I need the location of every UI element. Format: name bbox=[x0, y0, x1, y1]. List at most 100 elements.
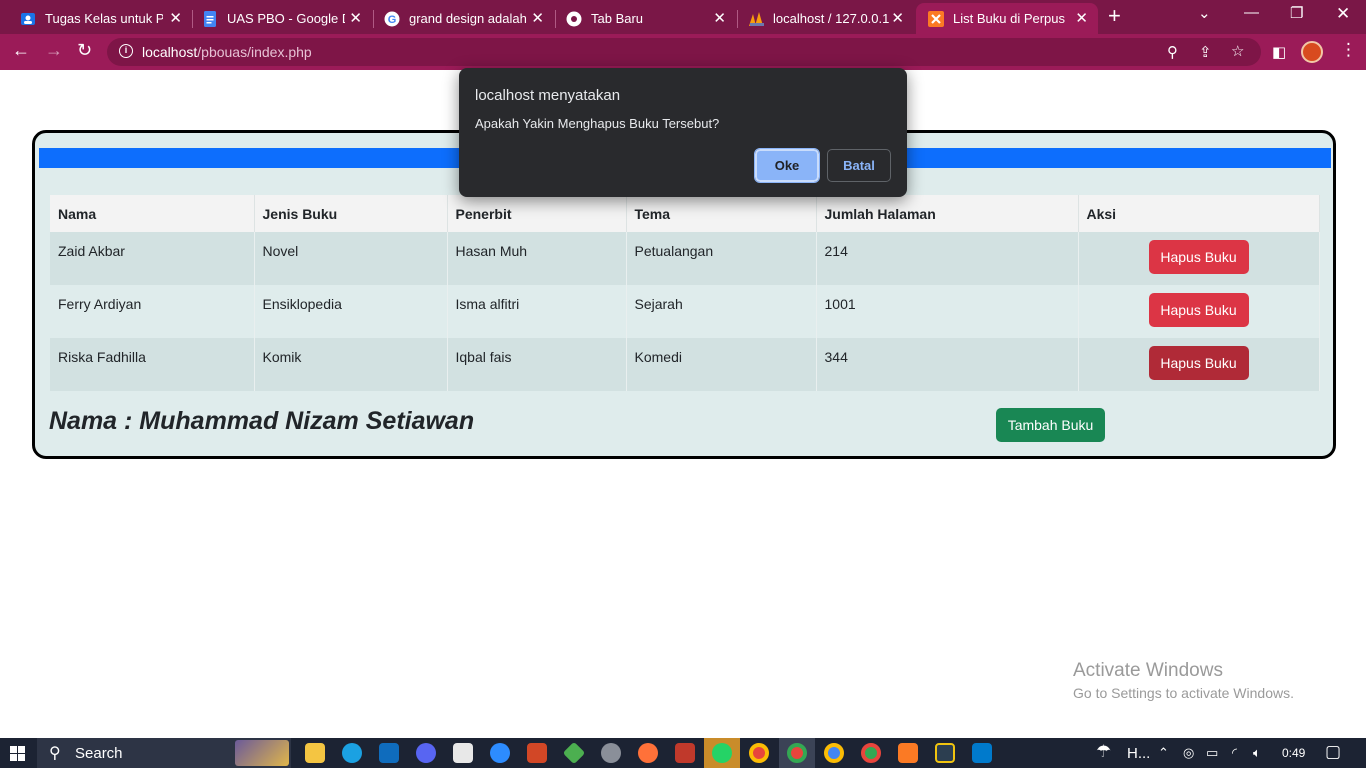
cell-nama: Riska Fadhilla bbox=[50, 338, 255, 391]
ok-button[interactable]: Oke bbox=[754, 148, 820, 183]
minimize-icon[interactable]: — bbox=[1244, 4, 1259, 21]
chrome-profile-2-icon[interactable] bbox=[824, 743, 844, 763]
chrome-icon bbox=[566, 11, 582, 27]
cell-nama: Ferry Ardiyan bbox=[50, 285, 255, 338]
avatar[interactable] bbox=[1301, 41, 1323, 63]
restore-icon[interactable]: ❐ bbox=[1290, 4, 1303, 22]
add-book-button[interactable]: Tambah Buku bbox=[996, 408, 1105, 442]
delete-book-button[interactable]: Hapus Buku bbox=[1148, 293, 1249, 327]
cell-nama: Zaid Akbar bbox=[50, 232, 255, 285]
bookmark-star-icon[interactable]: ☆ bbox=[1231, 42, 1244, 60]
close-icon[interactable]: ✕ bbox=[1075, 9, 1088, 27]
watermark-title: Activate Windows bbox=[1073, 660, 1223, 681]
sourcetree-icon[interactable] bbox=[935, 743, 955, 763]
file-explorer-icon[interactable] bbox=[305, 743, 325, 763]
store-icon[interactable] bbox=[453, 743, 473, 763]
tab-list-buku[interactable]: List Buku di Perpus ✕ bbox=[916, 3, 1098, 34]
cancel-button[interactable]: Batal bbox=[827, 149, 891, 182]
tab-phpmyadmin[interactable]: localhost / 127.0.0.1 / phpMyAdmin ✕ bbox=[736, 3, 914, 34]
back-icon[interactable]: ← bbox=[12, 40, 30, 61]
wifi-icon[interactable]: ◜ bbox=[1232, 745, 1237, 761]
cell-jenis: Ensiklopedia bbox=[254, 285, 448, 338]
delete-book-button[interactable]: Hapus Buku bbox=[1148, 240, 1249, 274]
classroom-icon bbox=[20, 11, 36, 27]
cell-aksi: Hapus Buku bbox=[1078, 338, 1320, 391]
weather-umbrella-icon[interactable]: ☂ bbox=[1096, 742, 1111, 762]
table-header-row: Nama Jenis Buku Penerbit Tema Jumlah Hal… bbox=[50, 195, 1320, 232]
weather-label[interactable]: H... bbox=[1127, 745, 1150, 762]
cell-aksi: Hapus Buku bbox=[1078, 232, 1320, 285]
book-table: Nama Jenis Buku Penerbit Tema Jumlah Hal… bbox=[50, 195, 1320, 391]
zoom-icon[interactable]: ⚲ bbox=[1167, 43, 1178, 61]
windows-start-icon[interactable] bbox=[10, 746, 25, 761]
close-icon[interactable]: ✕ bbox=[713, 9, 726, 27]
url-text[interactable]: localhost/pbouas/index.php bbox=[142, 44, 312, 60]
cell-tema: Komedi bbox=[626, 338, 817, 391]
cell-tema: Petualangan bbox=[626, 232, 817, 285]
camera-icon[interactable]: ◎ bbox=[1183, 745, 1194, 761]
column-header-jumlah-halaman: Jumlah Halaman bbox=[816, 195, 1079, 232]
close-window-icon[interactable]: ✕ bbox=[1336, 4, 1350, 24]
notification-icon[interactable]: ▢ bbox=[1325, 742, 1341, 762]
tab-classroom[interactable]: Tugas Kelas untuk PBO ✕ bbox=[8, 3, 192, 34]
cell-halaman: 214 bbox=[816, 232, 1079, 285]
docs-icon bbox=[202, 10, 218, 27]
tab-strip: Tugas Kelas untuk PBO ✕ UAS PBO - Google… bbox=[0, 0, 1366, 34]
cell-aksi: Hapus Buku bbox=[1078, 285, 1320, 338]
git-icon[interactable] bbox=[562, 741, 586, 765]
cell-penerbit: Hasan Muh bbox=[447, 232, 627, 285]
chrome-icon[interactable] bbox=[749, 743, 769, 763]
column-header-penerbit: Penerbit bbox=[447, 195, 627, 232]
column-header-tema: Tema bbox=[626, 195, 817, 232]
zoom-app-icon[interactable] bbox=[490, 743, 510, 763]
chevron-up-icon[interactable]: ⌃ bbox=[1158, 745, 1169, 761]
taskbar-search[interactable]: ⚲ Search bbox=[37, 738, 291, 768]
discord-icon[interactable] bbox=[416, 743, 436, 763]
chrome-profile-3-icon[interactable] bbox=[861, 743, 881, 763]
search-label: Search bbox=[75, 745, 123, 762]
forward-icon[interactable]: → bbox=[45, 40, 63, 61]
table-row: Riska Fadhilla Komik Iqbal fais Komedi 3… bbox=[50, 338, 1320, 391]
tab-google-docs[interactable]: UAS PBO - Google Dokumen ✕ bbox=[190, 3, 372, 34]
search-icon: ⚲ bbox=[49, 745, 61, 762]
site-info-icon[interactable]: i bbox=[119, 44, 133, 58]
powerpoint-icon[interactable] bbox=[527, 743, 547, 763]
cell-halaman: 1001 bbox=[816, 285, 1079, 338]
delete-book-button[interactable]: Hapus Buku bbox=[1148, 346, 1249, 380]
activate-windows-watermark: Activate Windows Go to Settings to activ… bbox=[1073, 660, 1294, 701]
vscode-icon[interactable] bbox=[972, 743, 992, 763]
paint-icon[interactable] bbox=[601, 743, 621, 763]
tab-google-search[interactable]: G grand design adalah - Penelusuran Goog… bbox=[372, 3, 554, 34]
side-panel-icon[interactable]: ◧ bbox=[1272, 43, 1286, 61]
chrome-profile-icon[interactable] bbox=[787, 743, 807, 763]
share-icon[interactable]: ⇪ bbox=[1199, 43, 1212, 61]
tab-search-chevron-icon[interactable]: ⌄ bbox=[1198, 4, 1211, 22]
student-name: Nama : Muhammad Nizam Setiawan bbox=[49, 407, 475, 435]
close-icon[interactable]: ✕ bbox=[531, 9, 544, 27]
new-tab-plus-icon[interactable]: + bbox=[1108, 5, 1121, 27]
battery-icon[interactable]: ▭ bbox=[1206, 745, 1218, 761]
reload-icon[interactable]: ↻ bbox=[77, 40, 92, 61]
close-icon[interactable]: ✕ bbox=[169, 9, 182, 27]
table-row: Zaid Akbar Novel Hasan Muh Petualangan 2… bbox=[50, 232, 1320, 285]
taskbar: ⚲ Search ☂ H... ⌃ ◎ ▭ ◜ 🔈︎ 0:49 ▢ bbox=[0, 738, 1366, 768]
menu-kebab-icon[interactable]: ⋮ bbox=[1340, 40, 1357, 60]
close-icon[interactable]: ✕ bbox=[891, 9, 904, 27]
mail-icon[interactable] bbox=[379, 743, 399, 763]
tab-new-tab[interactable]: Tab Baru ✕ bbox=[554, 3, 736, 34]
column-header-jenis-buku: Jenis Buku bbox=[254, 195, 448, 232]
browser-toolbar: ← → ↻ i localhost/pbouas/index.php ⚲ ⇪ ☆… bbox=[0, 34, 1366, 70]
close-icon[interactable]: ✕ bbox=[349, 9, 362, 27]
winrar-icon[interactable] bbox=[675, 743, 695, 763]
cell-jenis: Novel bbox=[254, 232, 448, 285]
xampp-icon[interactable] bbox=[898, 743, 918, 763]
address-bar[interactable]: i localhost/pbouas/index.php ⚲ ⇪ ☆ bbox=[107, 38, 1261, 66]
edge-icon[interactable] bbox=[342, 743, 362, 763]
volume-icon[interactable]: 🔈︎ bbox=[1253, 745, 1261, 761]
confirm-dialog: localhost menyatakan Apakah Yakin Mengha… bbox=[459, 68, 907, 197]
clock[interactable]: 0:49 bbox=[1282, 746, 1305, 760]
firefox-icon[interactable] bbox=[638, 743, 658, 763]
whatsapp-icon[interactable] bbox=[712, 743, 732, 763]
dialog-title: localhost menyatakan bbox=[475, 87, 621, 104]
column-header-aksi: Aksi bbox=[1078, 195, 1320, 232]
